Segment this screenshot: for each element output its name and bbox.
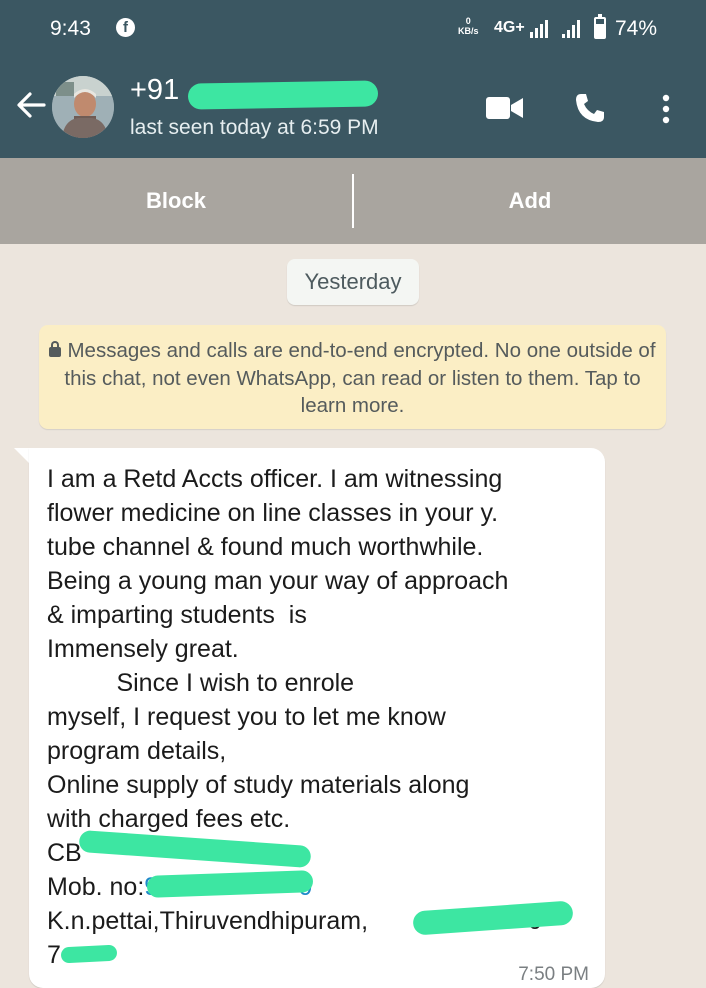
message-line: Online supply of study materials along [47,771,470,799]
message-line: I am a Retd Accts officer. I am witnessi… [47,465,503,493]
message-line: tube channel & found much worthwhile. [47,533,484,561]
avatar[interactable] [52,76,114,138]
chat-area[interactable]: Yesterday Messages and calls are end-to-… [0,244,706,988]
facebook-icon: f [116,18,135,37]
video-call-icon[interactable] [486,97,524,119]
message-line: Immensely great. [47,635,239,663]
message-line: myself, I request you to let me know [47,703,446,731]
unknown-contact-actions: Block Add [0,158,706,244]
encryption-notice-text: Messages and calls are end-to-end encryp… [64,339,656,417]
signal-icon [562,20,582,38]
contact-name[interactable]: +91 [130,74,179,107]
message-line: Being a young man your way of approach [47,567,509,595]
battery-icon [594,14,606,39]
block-button[interactable]: Block [0,158,352,244]
message-time: 7:50 PM [518,964,589,985]
status-time: 9:43 [50,17,91,40]
message-line: Since I wish to enrole [47,669,355,697]
lock-icon [49,341,62,357]
message-line: program details, [47,737,227,765]
message-line: & imparting students is [47,601,307,629]
voice-call-icon[interactable] [574,92,606,124]
encryption-notice[interactable]: Messages and calls are end-to-end encryp… [39,325,666,429]
status-bar: 9:43 f 0 KB/s 4G+ 74% [0,0,706,58]
message-text: I am a Retd Accts officer. I am witnessi… [47,462,607,972]
mobile-line: Mob. no:90 [47,870,607,904]
signal-icon [530,20,550,38]
message-bubble[interactable]: I am a Retd Accts officer. I am witnessi… [29,448,605,988]
battery-percent: 74% [615,17,658,40]
redaction-mark [60,944,118,964]
network-type: 4G+ [494,19,525,36]
data-speed: 0 KB/s [458,16,479,36]
add-contact-button[interactable]: Add [354,158,706,244]
redaction-mark [187,80,379,110]
more-options-icon[interactable] [662,94,670,124]
date-chip: Yesterday [287,259,419,305]
back-arrow-icon[interactable] [14,88,48,122]
chat-header: +91 last seen today at 6:59 PM [0,58,706,158]
message-line: with charged fees etc. [47,805,291,833]
last-seen-status: last seen today at 6:59 PM [130,116,379,139]
message-line: flower medicine on line classes in your … [47,499,499,527]
